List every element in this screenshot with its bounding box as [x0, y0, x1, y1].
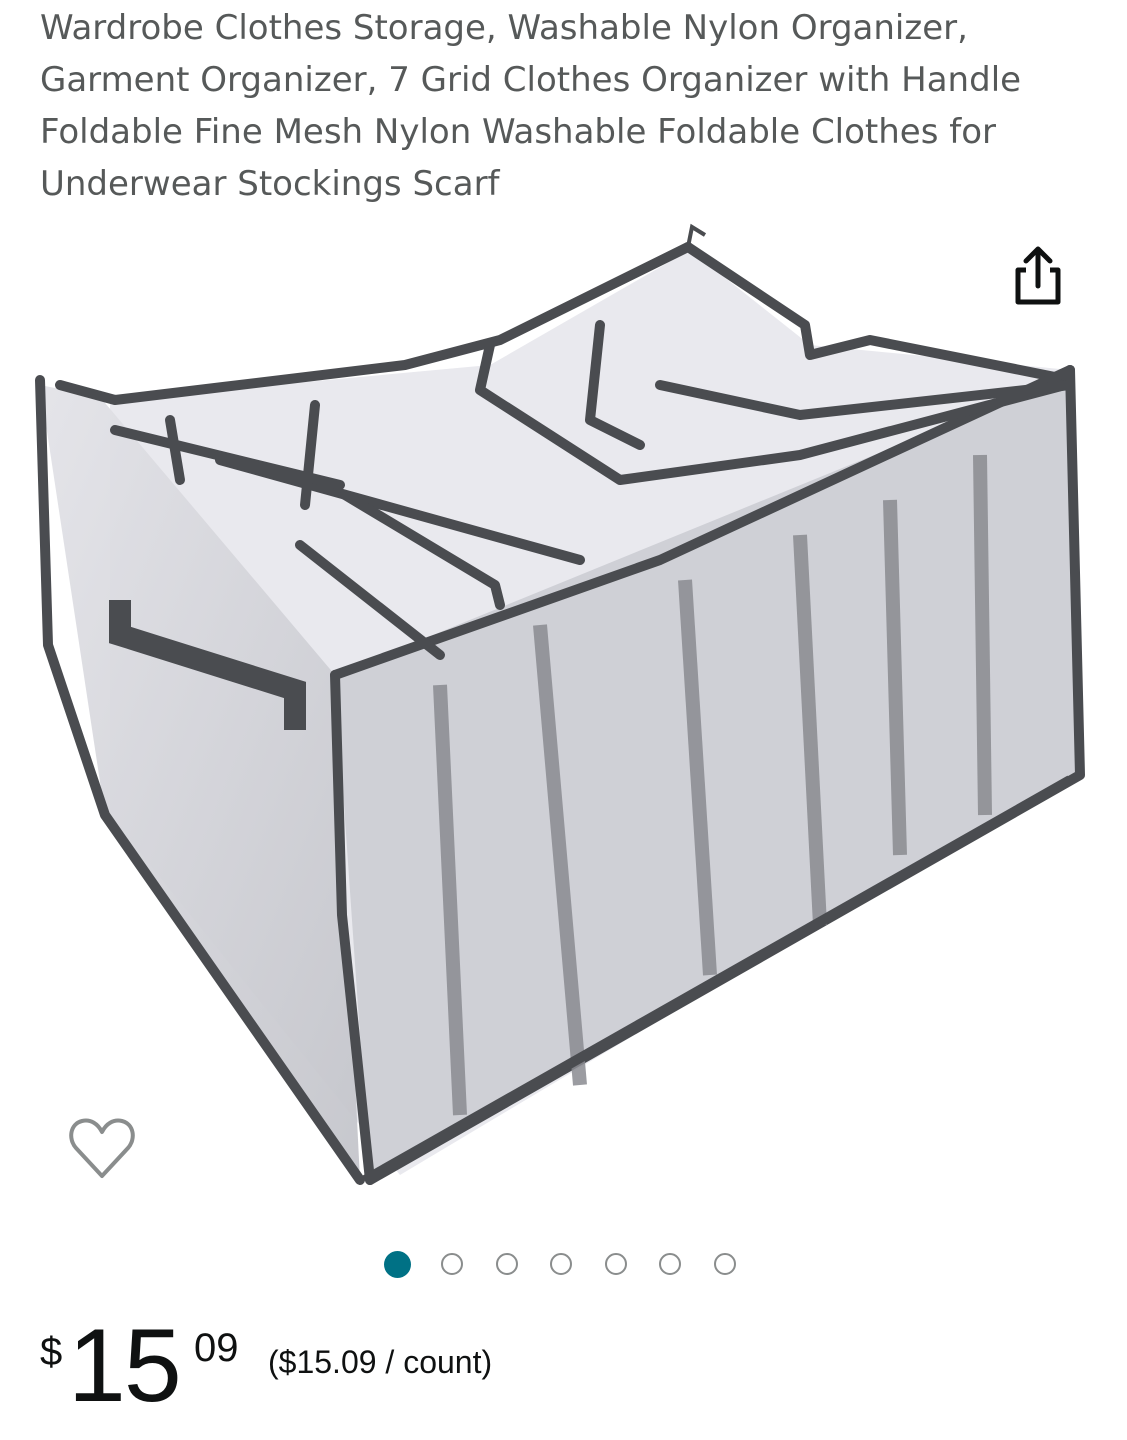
carousel-dot[interactable]	[604, 1253, 627, 1275]
carousel-dot[interactable]	[713, 1253, 736, 1275]
carousel-dot-active[interactable]	[384, 1250, 411, 1278]
image-carousel-indicator	[384, 1250, 769, 1278]
wishlist-button[interactable]	[66, 1114, 138, 1182]
price-per-unit: ($15.09 / count)	[268, 1344, 493, 1380]
carousel-dot[interactable]	[550, 1253, 573, 1275]
carousel-dot[interactable]	[441, 1253, 463, 1275]
carousel-dot[interactable]	[495, 1253, 518, 1275]
mesh-organizer-illustration	[35, 223, 1085, 1185]
price-fraction: 09	[194, 1326, 239, 1370]
product-title: Wardrobe Clothes Storage, Washable Nylon…	[40, 8, 1022, 204]
price-whole: 15	[68, 1308, 182, 1424]
carousel-dot[interactable]	[659, 1253, 682, 1275]
product-image[interactable]	[20, 215, 1110, 1205]
heart-icon	[69, 1118, 135, 1178]
price-currency-symbol: $	[40, 1330, 63, 1374]
